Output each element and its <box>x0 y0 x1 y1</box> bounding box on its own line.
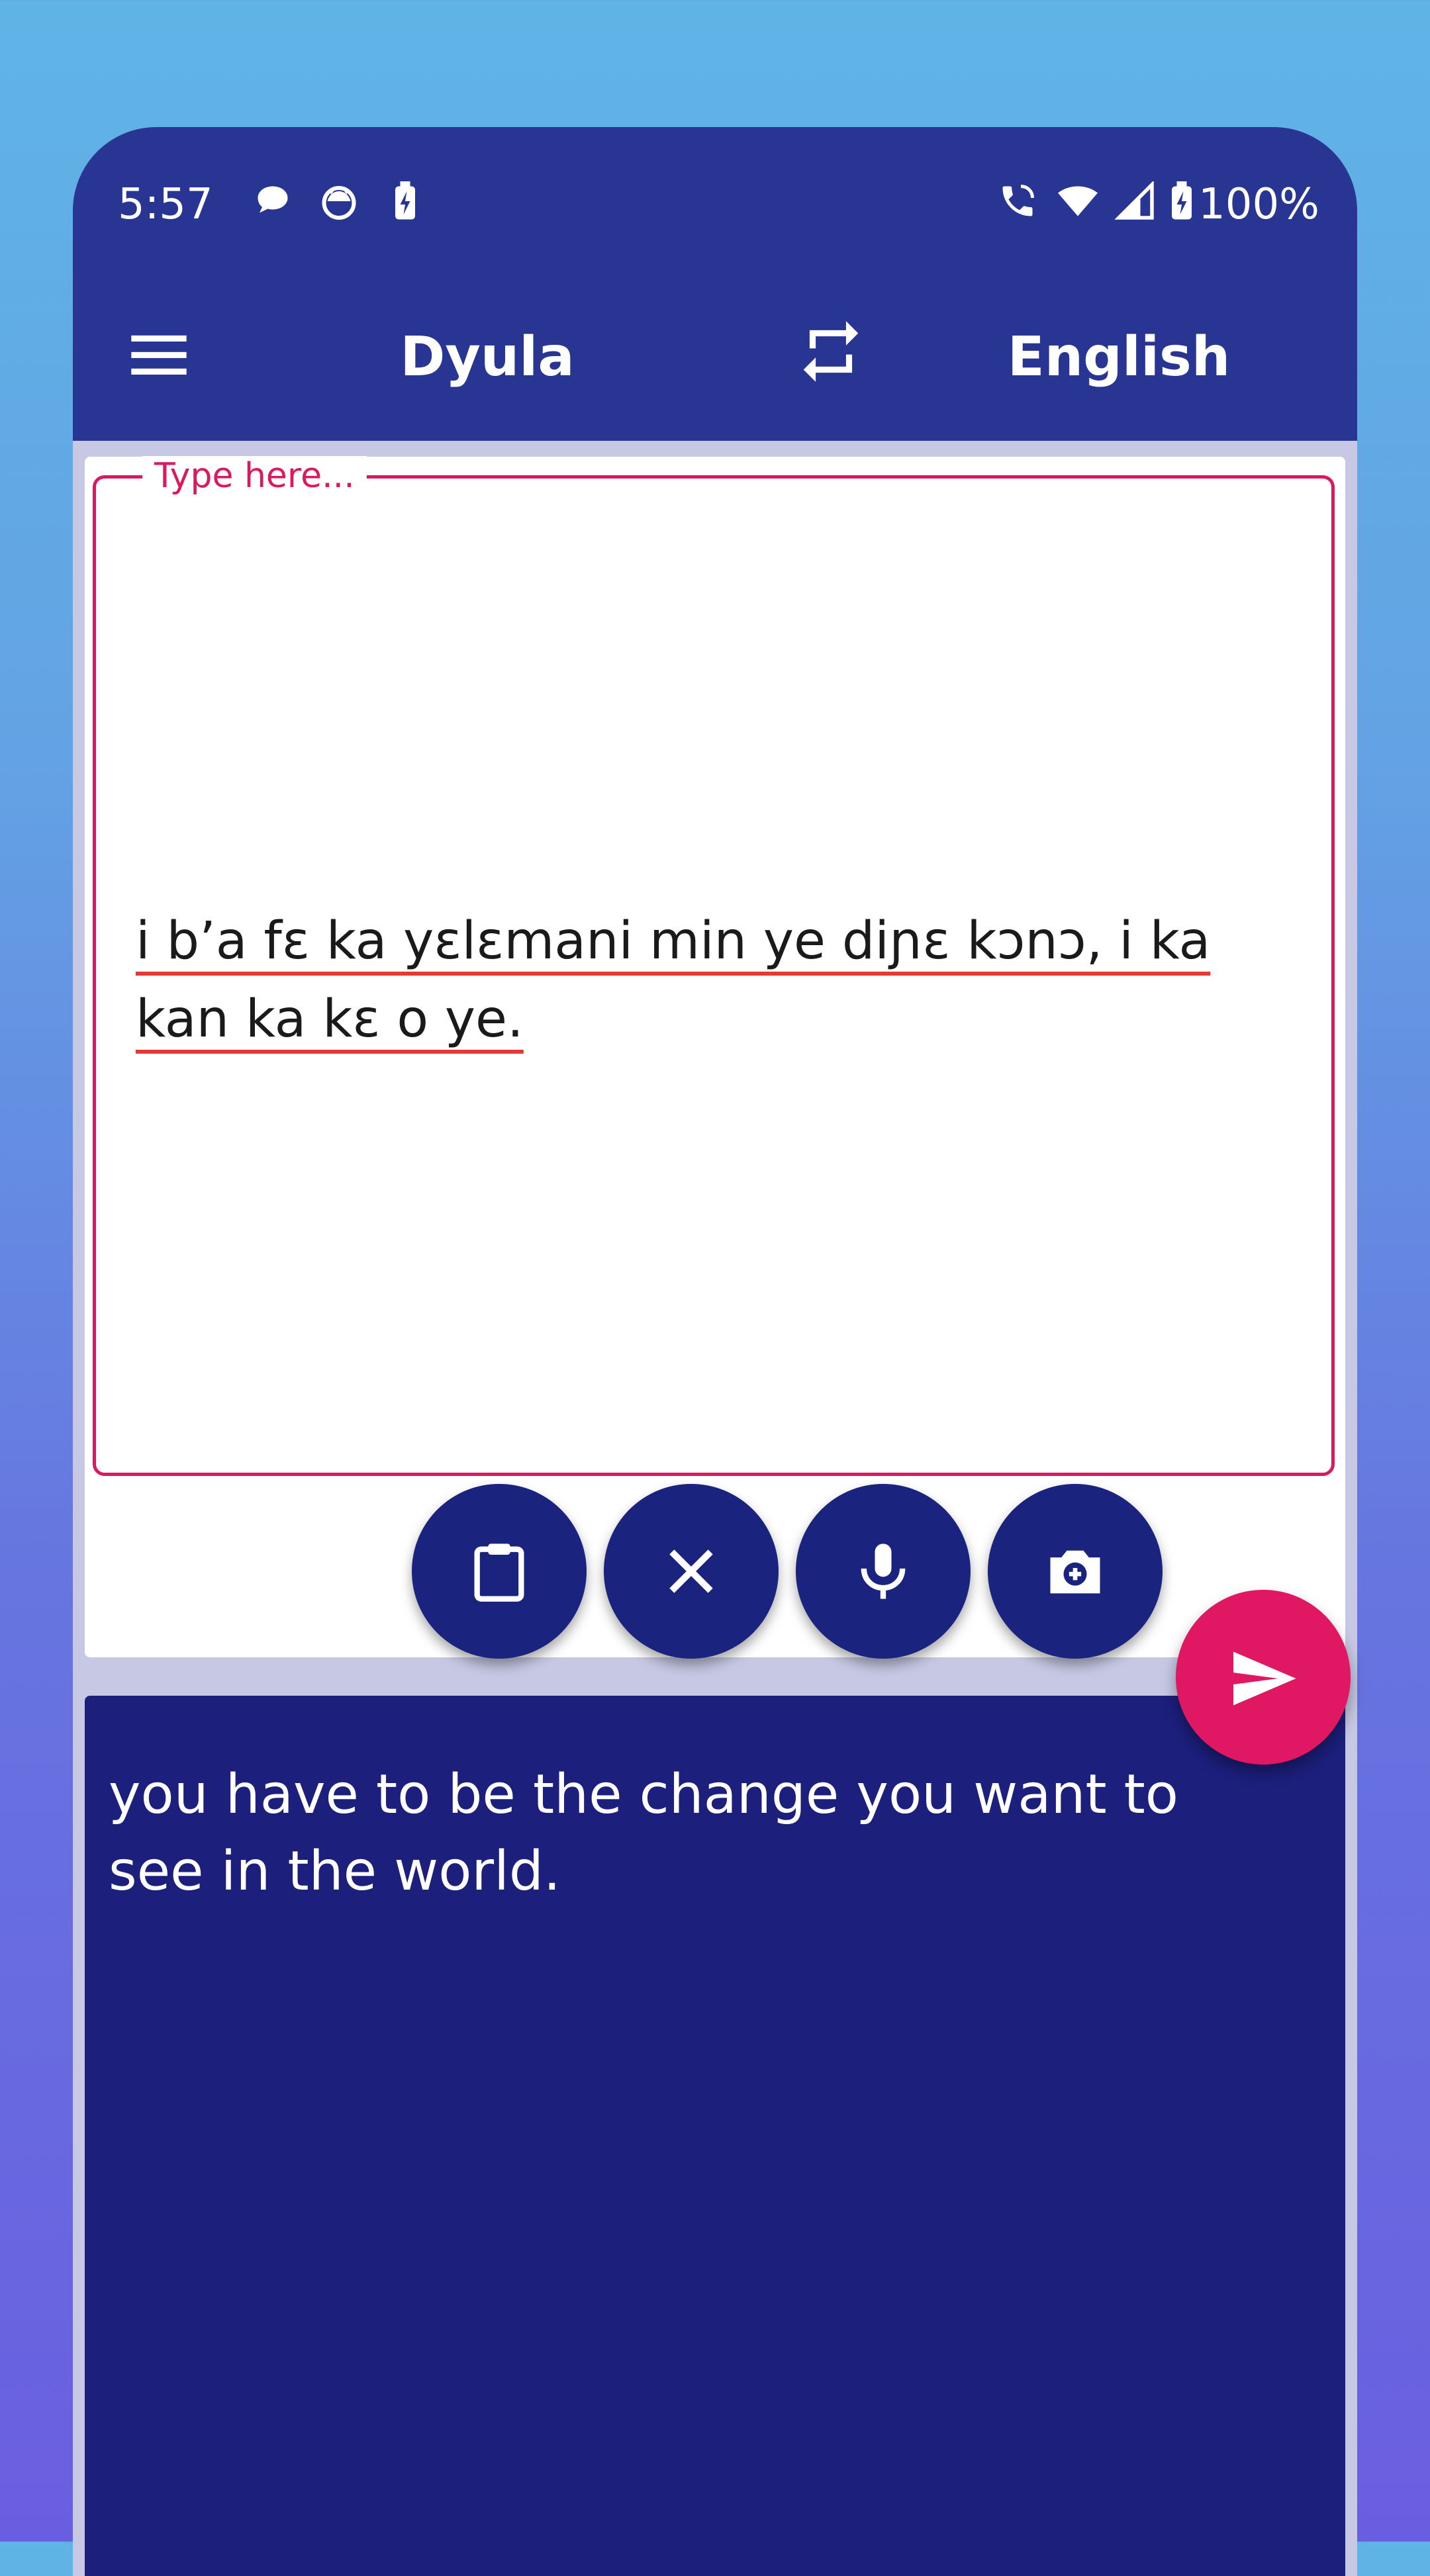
status-bar: 5:57 100% <box>73 127 1357 282</box>
hamburger-menu-icon[interactable] <box>126 322 192 388</box>
clipboard-icon <box>474 1543 524 1602</box>
input-label: Type here... <box>142 456 367 496</box>
source-language-button[interactable]: Dyula <box>335 326 640 389</box>
camera-icon <box>1050 1550 1100 1594</box>
phone-frame: 5:57 100% Dyula English Type here... i b… <box>73 127 1357 2576</box>
voice-input-button[interactable] <box>796 1484 971 1659</box>
wifi-icon <box>1058 186 1098 216</box>
paste-button[interactable] <box>412 1484 587 1659</box>
clear-button[interactable] <box>604 1484 779 1659</box>
translate-send-button[interactable] <box>1176 1590 1351 1765</box>
battery-percent: 100% <box>1198 180 1319 229</box>
input-field-outline[interactable]: Type here... i b’a fɛ ka yɛlɛmani min ye… <box>93 456 1335 1476</box>
android-face-icon <box>322 186 356 220</box>
cell-signal-icon <box>1114 181 1154 220</box>
target-language-button[interactable]: English <box>947 326 1291 389</box>
output-card: you have to be the change you want to se… <box>85 1696 1345 2576</box>
swap-languages-icon[interactable] <box>794 315 867 388</box>
status-time: 5:57 <box>118 180 213 229</box>
chat-bubble-icon <box>258 186 288 213</box>
battery-icon <box>1172 181 1192 220</box>
action-buttons-row <box>85 1484 1345 1659</box>
translated-text: you have to be the change you want to se… <box>109 1763 1178 1903</box>
close-icon <box>669 1549 713 1593</box>
source-text-input[interactable]: i b’a fɛ ka yɛlɛmani min ye diɲɛ kɔnɔ, i… <box>136 902 1301 1058</box>
input-card: Type here... i b’a fɛ ka yɛlɛmani min ye… <box>85 456 1345 1659</box>
send-icon <box>1233 1651 1296 1706</box>
microphone-icon <box>861 1543 906 1599</box>
camera-button[interactable] <box>988 1484 1163 1659</box>
wifi-call-icon <box>1002 185 1034 216</box>
battery-charging-icon <box>395 181 415 220</box>
language-toolbar: Dyula English <box>73 282 1357 441</box>
